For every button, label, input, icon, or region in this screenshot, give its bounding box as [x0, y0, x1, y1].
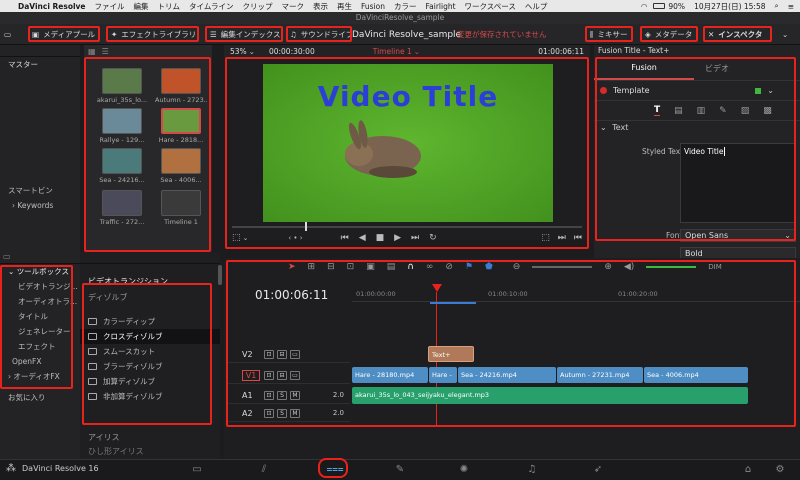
deliver-page-icon[interactable]: ➶	[590, 462, 606, 476]
fusion-page-icon[interactable]: ✎	[392, 462, 408, 476]
menu-list-icon[interactable]: ≡	[788, 2, 794, 11]
media-clip-thumbnail[interactable]	[102, 148, 142, 174]
media-clip-thumbnail[interactable]	[161, 190, 201, 216]
media-clip-label: Sea - 24216...	[99, 176, 145, 184]
media-clip-label: Timeline 1	[164, 218, 198, 226]
list-view-icon[interactable]: ☰	[102, 47, 109, 56]
menu-fairlight[interactable]: Fairlight	[426, 2, 456, 11]
highlight-media-pool	[28, 26, 100, 42]
menu-app[interactable]: DaVinci Resolve	[18, 2, 86, 11]
media-clip-thumbnail[interactable]	[161, 108, 201, 134]
davinci-logo-icon: ⁂	[6, 463, 16, 474]
settings-gear-icon[interactable]: ⚙	[772, 462, 788, 476]
media-clip-label: Rallye - 129...	[99, 136, 145, 144]
menu-mark[interactable]: マーク	[282, 1, 305, 12]
monitor-icon[interactable]: ▭	[4, 27, 11, 42]
smart-bin-keywords[interactable]: › Keywords	[0, 198, 80, 213]
current-timecode: 01:00:06:11	[538, 46, 584, 56]
highlight-timeline	[226, 260, 796, 427]
toolbox-favorites[interactable]: お気に入り	[0, 390, 80, 405]
menu-timeline[interactable]: タイムライン	[189, 1, 233, 12]
source-timecode: 00:00:30:00	[268, 46, 315, 56]
menu-file[interactable]: ファイル	[95, 1, 125, 12]
chevron-down-icon[interactable]: ⌄	[414, 47, 420, 56]
inspector-title: Fusion Title - Text+	[598, 46, 670, 55]
fairlight-page-icon[interactable]: ♫	[524, 462, 540, 476]
highlight-effects-library	[106, 26, 199, 42]
project-name: DaVinci Resolve_sample	[352, 29, 462, 40]
media-clip-label: Autumn - 2723...	[155, 96, 207, 104]
wifi-icon[interactable]: ◠	[641, 2, 648, 11]
media-clip-thumbnail[interactable]	[102, 190, 142, 216]
media-clip-thumbnail[interactable]	[161, 68, 201, 94]
panel-icon[interactable]: ▭	[3, 252, 11, 261]
media-pool-header: ▦ ☰	[84, 45, 212, 57]
home-icon[interactable]: ⌂	[740, 462, 756, 476]
zoom-level[interactable]: 53%	[230, 47, 247, 56]
window-title: DaVinciResolve_sample	[0, 12, 800, 24]
clock[interactable]: 10月27日(日) 15:58	[694, 1, 765, 12]
media-page-icon[interactable]: ▭	[189, 462, 205, 476]
highlight-edit-index	[205, 26, 283, 42]
media-pool-sidebar: マスター スマートビン › Keywords	[0, 45, 80, 252]
toolbox-header: ▭	[0, 252, 80, 264]
app-brand: ⁂ DaVinci Resolve 16	[6, 463, 99, 474]
menu-workspace[interactable]: ワークスペース	[465, 1, 516, 12]
chevron-down-icon[interactable]: ⌄	[249, 47, 255, 56]
chevron-down-icon[interactable]: ⌄	[782, 27, 788, 42]
media-clip-thumbnail[interactable]	[102, 68, 142, 94]
highlight-transitions	[82, 283, 212, 425]
media-clip-thumbnail[interactable]	[161, 148, 201, 174]
media-clip-label: Sea - 4006...	[160, 176, 202, 184]
highlight-sound-library	[286, 26, 352, 42]
highlight-toolbox	[0, 265, 73, 389]
media-clip-label: Hare - 2818...	[158, 136, 204, 144]
color-page-icon[interactable]: ✺	[456, 462, 472, 476]
chevron-right-icon: ›	[12, 201, 15, 210]
battery-percent: 90%	[668, 1, 686, 11]
highlight-edit-page	[318, 458, 348, 478]
highlight-mixer	[585, 26, 633, 42]
highlight-inspector	[703, 26, 772, 42]
menu-edit[interactable]: 編集	[134, 1, 149, 12]
mac-menu-bar: DaVinci Resolve ファイル 編集 トリム タイムライン クリップ …	[0, 0, 800, 12]
iris-item[interactable]: ひし形アイリス	[88, 446, 144, 457]
menu-help[interactable]: ヘルプ	[525, 1, 548, 12]
menu-clip[interactable]: クリップ	[243, 1, 273, 12]
highlight-inspector-panel	[595, 57, 796, 241]
viewer-header: 53% ⌄ 00:00:30:00 Timeline 1 ⌄ 01:00:06:…	[224, 45, 590, 57]
highlight-metadata	[640, 26, 698, 42]
iris-category: アイリス	[88, 433, 120, 442]
timeline-name[interactable]: Timeline 1	[373, 47, 412, 56]
sidebar-item-master[interactable]: マスター	[0, 57, 80, 72]
menu-playback[interactable]: 再生	[337, 1, 352, 12]
transitions-header	[80, 252, 220, 264]
menu-fusion[interactable]: Fusion	[361, 2, 385, 11]
media-clip-label: akarui_35s_lo...	[96, 96, 148, 104]
battery-icon[interactable]	[653, 3, 666, 9]
menu-view[interactable]: 表示	[313, 1, 328, 12]
smart-bin-header: スマートビン	[8, 186, 53, 195]
unsaved-changes-status: 変更が保存されていません	[457, 30, 547, 39]
sidebar-header	[0, 45, 80, 57]
grid-view-icon[interactable]: ▦	[88, 47, 96, 56]
scrollbar[interactable]	[218, 265, 222, 285]
cut-page-icon[interactable]: ⫽	[256, 462, 272, 476]
search-icon[interactable]: ⌕	[775, 1, 779, 11]
highlight-viewer	[225, 57, 589, 249]
menu-trim[interactable]: トリム	[158, 1, 181, 12]
menu-color[interactable]: カラー	[394, 1, 417, 12]
media-clip-thumbnail[interactable]	[102, 108, 142, 134]
media-clip-label: Traffic - 272...	[99, 218, 145, 226]
